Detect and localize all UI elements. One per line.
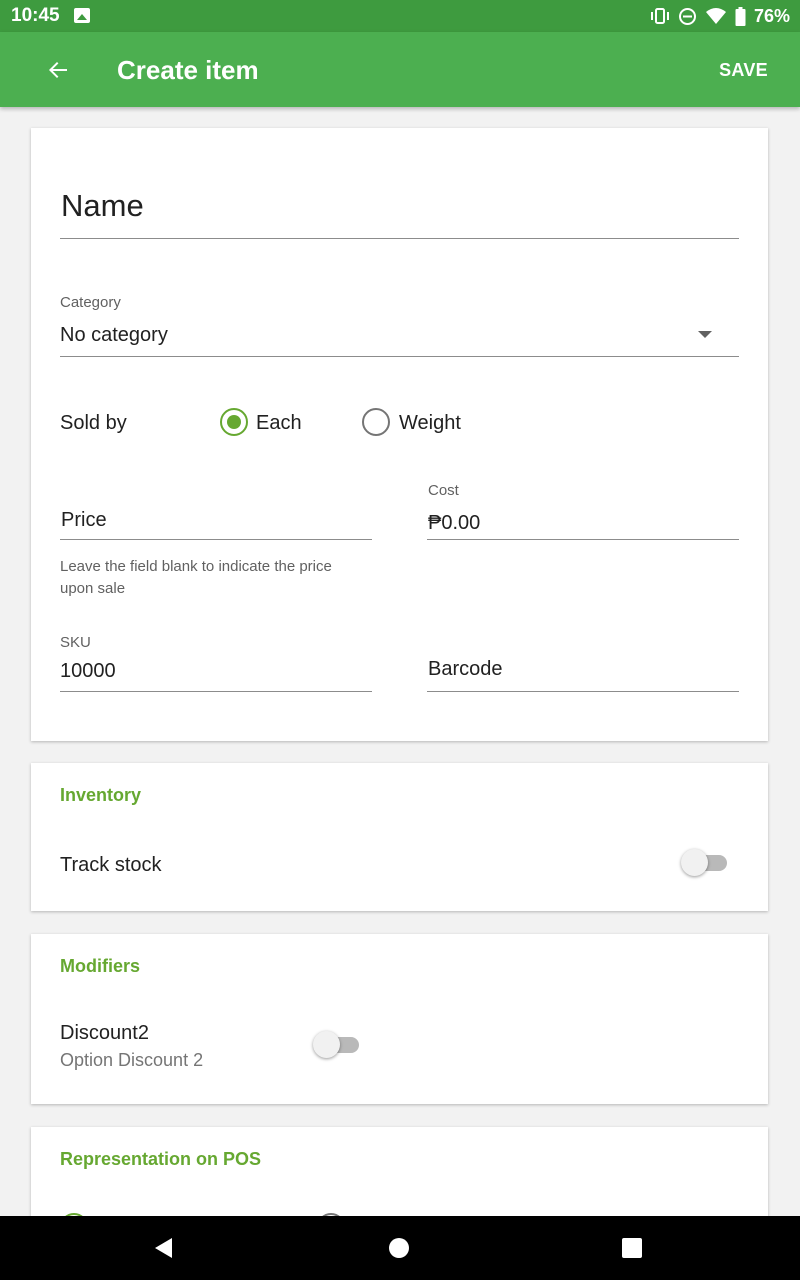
price-hint: Leave the field blank to indicate the pr… bbox=[60, 558, 332, 597]
system-nav-bar bbox=[0, 1216, 800, 1280]
category-value: No category bbox=[60, 324, 168, 346]
nav-home-icon[interactable] bbox=[387, 1236, 411, 1260]
price-placeholder: Price bbox=[61, 509, 107, 531]
barcode-placeholder: Barcode bbox=[428, 658, 503, 680]
wifi-icon bbox=[705, 8, 726, 24]
modifiers-card: Modifiers Discount2 Option Discount 2 bbox=[31, 934, 768, 1104]
cost-field[interactable]: ₱0.00 bbox=[427, 502, 739, 540]
modifiers-title: Modifiers bbox=[60, 956, 141, 976]
status-time: 10:45 bbox=[11, 5, 60, 26]
price-field[interactable]: Price bbox=[60, 502, 372, 540]
sold-by-weight-radio[interactable] bbox=[362, 408, 390, 436]
category-label: Category bbox=[60, 294, 121, 311]
toggle-thumb bbox=[313, 1031, 340, 1058]
battery-percent: 76% bbox=[753, 5, 790, 26]
modifier-options: Option Discount 2 bbox=[60, 1050, 204, 1070]
sku-underline bbox=[60, 691, 372, 692]
item-details-card: Name Category No category Sold by Each W… bbox=[31, 128, 768, 741]
sold-by-each-radio[interactable] bbox=[220, 408, 248, 436]
modifier-name: Discount2 bbox=[60, 1022, 149, 1044]
sku-value: 10000 bbox=[60, 660, 116, 682]
battery-icon bbox=[735, 6, 746, 26]
name-underline bbox=[60, 238, 739, 239]
image-icon bbox=[74, 8, 90, 23]
sold-by-label: Sold by bbox=[60, 412, 127, 434]
price-underline bbox=[60, 539, 372, 540]
cost-underline bbox=[427, 539, 739, 540]
status-icons: 76% bbox=[650, 5, 790, 27]
name-field[interactable]: Name bbox=[60, 180, 739, 239]
inventory-title: Inventory bbox=[60, 785, 142, 805]
dropdown-arrow-icon bbox=[698, 331, 712, 338]
do-not-disturb-icon bbox=[678, 7, 696, 25]
sold-by-each-label[interactable]: Each bbox=[256, 412, 302, 435]
category-dropdown[interactable]: No category bbox=[60, 318, 739, 357]
arrow-back-icon bbox=[49, 62, 67, 78]
barcode-field[interactable]: Barcode bbox=[427, 654, 739, 692]
cost-value: ₱0.00 bbox=[428, 512, 481, 534]
app-bar: Create item SAVE bbox=[0, 32, 800, 107]
page-title: Create item bbox=[117, 55, 259, 85]
sku-label: SKU bbox=[60, 634, 91, 651]
sold-by-weight-label[interactable]: Weight bbox=[399, 412, 461, 435]
cost-label: Cost bbox=[428, 482, 459, 499]
back-button[interactable] bbox=[34, 46, 82, 94]
category-underline bbox=[60, 356, 739, 357]
save-button[interactable]: SAVE bbox=[719, 60, 768, 81]
vibrate-icon bbox=[650, 8, 669, 24]
representation-title: Representation on POS bbox=[60, 1149, 262, 1169]
nav-recents-icon[interactable] bbox=[620, 1236, 644, 1260]
track-stock-toggle[interactable] bbox=[681, 848, 731, 878]
track-stock-label: Track stock bbox=[60, 854, 162, 876]
barcode-underline bbox=[427, 691, 739, 692]
name-placeholder: Name bbox=[61, 188, 144, 223]
inventory-card: Inventory Track stock bbox=[31, 763, 768, 911]
sku-field[interactable]: 10000 bbox=[60, 654, 372, 692]
status-bar: 10:45 76% bbox=[0, 0, 800, 32]
toggle-thumb bbox=[681, 849, 708, 876]
nav-back-icon[interactable] bbox=[152, 1236, 176, 1260]
modifier-toggle[interactable] bbox=[313, 1030, 363, 1060]
